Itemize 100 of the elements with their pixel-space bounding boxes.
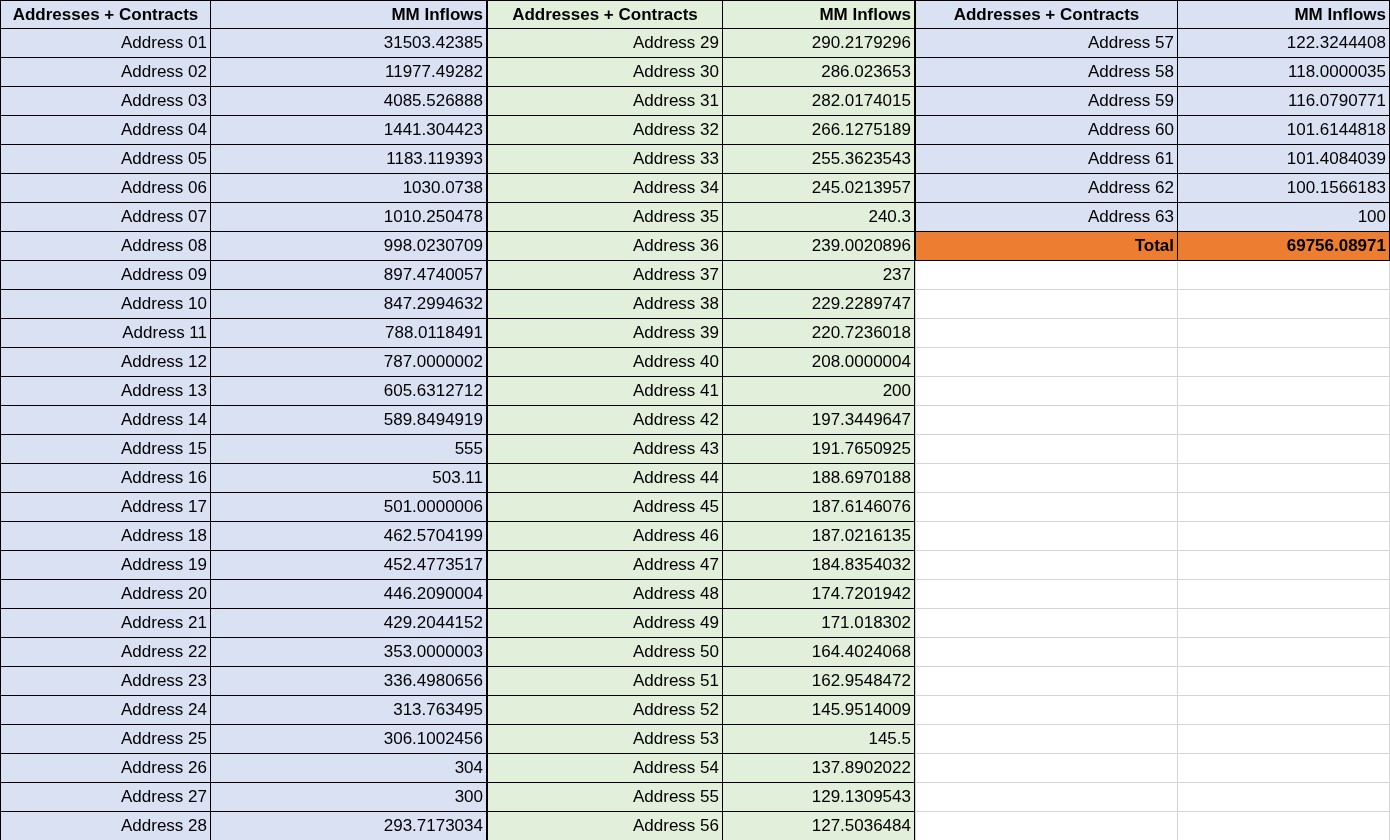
- inflow-cell: 174.7201942: [722, 579, 915, 609]
- inflow-cell: 220.7236018: [722, 318, 915, 348]
- inflow-cell: 116.0790771: [1177, 86, 1390, 116]
- address-cell: Address 22: [0, 637, 211, 667]
- inflow-cell: 788.0118491: [210, 318, 487, 348]
- inflow-cell: 266.1275189: [722, 115, 915, 145]
- column-header: MM Inflows: [1177, 0, 1390, 29]
- address-cell: Address 60: [915, 115, 1178, 145]
- address-cell: Address 21: [0, 608, 211, 638]
- inflow-cell: 184.8354032: [722, 550, 915, 580]
- inflow-cell: 501.0000006: [210, 492, 487, 522]
- inflow-cell: 290.2179296: [722, 28, 915, 58]
- total-label: Total: [915, 231, 1178, 261]
- inflow-cell: 336.4980656: [210, 666, 487, 696]
- address-cell: Address 62: [915, 173, 1178, 203]
- inflow-cell: 100: [1177, 202, 1390, 232]
- inflow-cell: 127.5036484: [722, 811, 915, 840]
- address-cell: Address 56: [487, 811, 723, 840]
- inflow-cell: 229.2289747: [722, 289, 915, 319]
- inflow-cell: 200: [722, 376, 915, 406]
- address-cell: Address 10: [0, 289, 211, 319]
- address-cell: Address 23: [0, 666, 211, 696]
- inflow-cell: 300: [210, 782, 487, 812]
- inflow-cell: 101.4084039: [1177, 144, 1390, 174]
- address-cell: Address 30: [487, 57, 723, 87]
- inflow-cell: 162.9548472: [722, 666, 915, 696]
- address-cell: Address 44: [487, 463, 723, 493]
- inflow-cell: 897.4740057: [210, 260, 487, 290]
- address-cell: Address 13: [0, 376, 211, 406]
- inflow-cell: 1010.250478: [210, 202, 487, 232]
- inflow-cell: 998.0230709: [210, 231, 487, 261]
- inflow-cell: 145.5: [722, 724, 915, 754]
- address-cell: Address 45: [487, 492, 723, 522]
- inflow-cell: 240.3: [722, 202, 915, 232]
- inflow-cell: 1183.119393: [210, 144, 487, 174]
- inflow-cell: 187.6146076: [722, 492, 915, 522]
- inflow-cell: 122.3244408: [1177, 28, 1390, 58]
- address-cell: Address 47: [487, 550, 723, 580]
- address-cell: Address 51: [487, 666, 723, 696]
- inflow-cell: 11977.49282: [210, 57, 487, 87]
- address-cell: Address 08: [0, 231, 211, 261]
- inflow-cell: 446.2090004: [210, 579, 487, 609]
- address-cell: Address 24: [0, 695, 211, 725]
- inflow-cell: 118.0000035: [1177, 57, 1390, 87]
- address-cell: Address 25: [0, 724, 211, 754]
- address-cell: Address 16: [0, 463, 211, 493]
- inflow-cell: 282.0174015: [722, 86, 915, 116]
- inflow-cell: 293.7173034: [210, 811, 487, 840]
- address-cell: Address 61: [915, 144, 1178, 174]
- inflow-cell: 353.0000003: [210, 637, 487, 667]
- inflow-cell: 101.6144818: [1177, 115, 1390, 145]
- address-cell: Address 41: [487, 376, 723, 406]
- address-cell: Address 37: [487, 260, 723, 290]
- inflow-cell: 164.4024068: [722, 637, 915, 667]
- address-cell: Address 01: [0, 28, 211, 58]
- address-cell: Address 54: [487, 753, 723, 783]
- address-cell: Address 03: [0, 86, 211, 116]
- inflow-cell: 171.018302: [722, 608, 915, 638]
- address-cell: Address 55: [487, 782, 723, 812]
- inflow-cell: 286.023653: [722, 57, 915, 87]
- inflow-cell: 605.6312712: [210, 376, 487, 406]
- inflow-cell: 462.5704199: [210, 521, 487, 551]
- inflow-cell: 187.0216135: [722, 521, 915, 551]
- address-cell: Address 15: [0, 434, 211, 464]
- inflow-cell: 847.2994632: [210, 289, 487, 319]
- address-cell: Address 20: [0, 579, 211, 609]
- address-cell: Address 12: [0, 347, 211, 377]
- address-cell: Address 46: [487, 521, 723, 551]
- inflow-cell: 503.11: [210, 463, 487, 493]
- address-cell: Address 19: [0, 550, 211, 580]
- address-cell: Address 32: [487, 115, 723, 145]
- address-cell: Address 52: [487, 695, 723, 725]
- address-cell: Address 11: [0, 318, 211, 348]
- address-cell: Address 36: [487, 231, 723, 261]
- inflow-cell: 255.3623543: [722, 144, 915, 174]
- inflow-cell: 237: [722, 260, 915, 290]
- inflow-cell: 1441.304423: [210, 115, 487, 145]
- address-cell: Address 35: [487, 202, 723, 232]
- inflow-cell: 555: [210, 434, 487, 464]
- column-header: MM Inflows: [210, 0, 487, 29]
- address-cell: Address 58: [915, 57, 1178, 87]
- address-cell: Address 31: [487, 86, 723, 116]
- column-header: Addresses + Contracts: [487, 0, 723, 29]
- address-cell: Address 14: [0, 405, 211, 435]
- inflow-cell: 191.7650925: [722, 434, 915, 464]
- address-cell: Address 38: [487, 289, 723, 319]
- address-cell: Address 39: [487, 318, 723, 348]
- inflow-cell: 188.6970188: [722, 463, 915, 493]
- inflow-cell: 145.9514009: [722, 695, 915, 725]
- column-header: MM Inflows: [722, 0, 915, 29]
- inflow-cell: 129.1309543: [722, 782, 915, 812]
- column-header: Addresses + Contracts: [0, 0, 211, 29]
- address-cell: Address 18: [0, 521, 211, 551]
- address-cell: Address 27: [0, 782, 211, 812]
- address-cell: Address 59: [915, 86, 1178, 116]
- inflow-cell: 1030.0738: [210, 173, 487, 203]
- address-cell: Address 29: [487, 28, 723, 58]
- address-cell: Address 48: [487, 579, 723, 609]
- inflow-cell: 787.0000002: [210, 347, 487, 377]
- address-cell: Address 07: [0, 202, 211, 232]
